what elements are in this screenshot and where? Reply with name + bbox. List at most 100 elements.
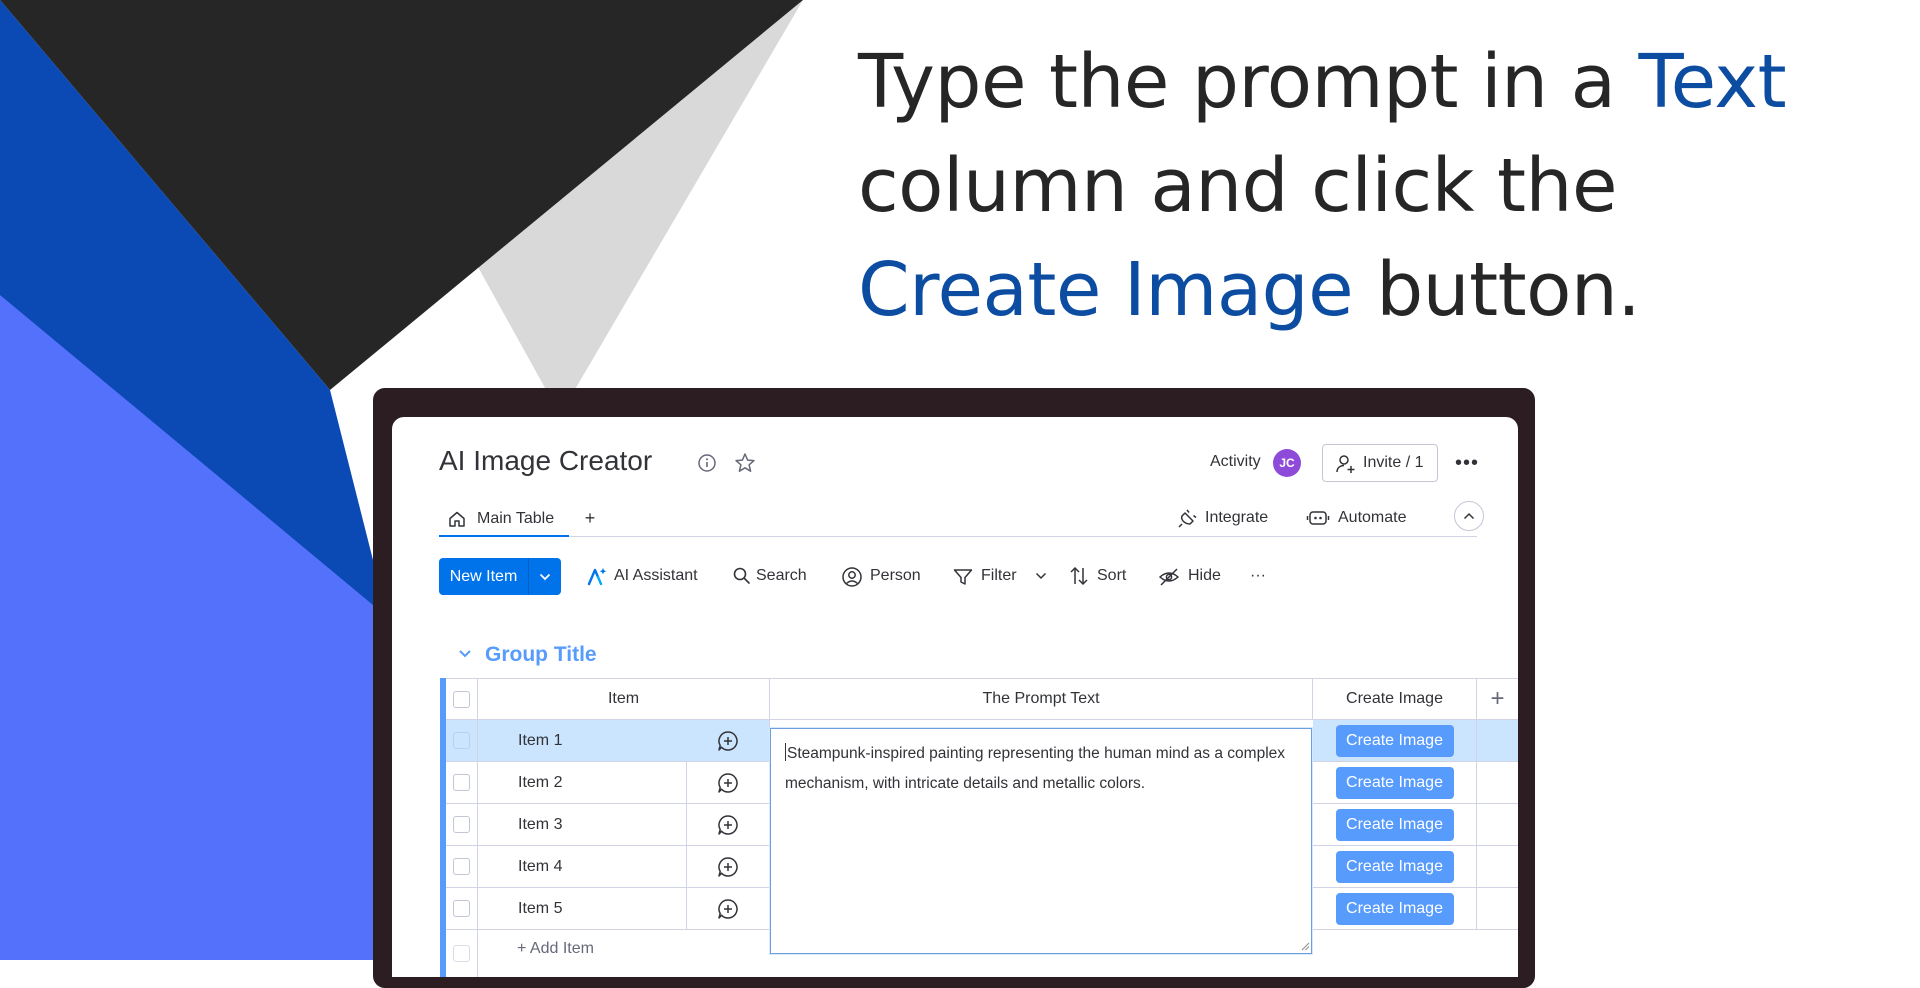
add-update-icon[interactable] [717, 730, 739, 752]
row-empty-cell [1477, 762, 1518, 804]
create-image-button[interactable]: Create Image [1335, 808, 1454, 841]
add-view-button[interactable]: + [580, 505, 600, 531]
add-update-icon[interactable] [717, 856, 739, 878]
hidden-eye-icon [1158, 566, 1180, 588]
select-all-cell[interactable] [446, 678, 478, 720]
add-update-icon[interactable] [717, 772, 739, 794]
hide-button[interactable]: Hide [1158, 564, 1221, 588]
row-updates-cell[interactable] [687, 846, 770, 888]
table-row-item-name[interactable]: Item 5 [478, 888, 687, 930]
invite-label: Invite / 1 [1363, 454, 1424, 471]
headline-accent-text: Text [1638, 39, 1787, 125]
create-image-cell: Create Image [1313, 888, 1477, 930]
new-item-label: New Item [449, 567, 518, 585]
hide-label: Hide [1188, 567, 1221, 584]
row-empty-cell [1477, 846, 1518, 888]
ai-assistant-button[interactable]: AI Assistant [586, 564, 698, 588]
table-row-item-name[interactable]: Item 3 [478, 804, 687, 846]
automate-button[interactable]: Automate [1304, 507, 1406, 529]
filter-chevron-icon[interactable] [1032, 566, 1050, 586]
create-image-cell: Create Image [1313, 720, 1477, 762]
group-title[interactable]: Group Title [485, 641, 597, 669]
row-updates-cell[interactable] [687, 888, 770, 930]
star-icon[interactable] [734, 452, 756, 474]
tab-main-table[interactable]: Main Table [439, 503, 569, 537]
row-checkbox[interactable] [453, 900, 470, 917]
create-image-cell: Create Image [1313, 846, 1477, 888]
headline-part2: column and click the [858, 143, 1617, 229]
row-checkbox[interactable] [453, 816, 470, 833]
info-icon[interactable] [697, 453, 717, 473]
invite-button[interactable]: Invite / 1 [1322, 444, 1438, 482]
create-image-button[interactable]: Create Image [1335, 850, 1454, 883]
integrate-button[interactable]: Integrate [1175, 507, 1268, 529]
create-image-button[interactable]: Create Image [1335, 724, 1454, 757]
row-checkbox-cell[interactable] [446, 720, 478, 762]
ai-sparkle-icon [586, 565, 608, 587]
new-item-button[interactable]: New Item [439, 558, 561, 595]
automate-label: Automate [1338, 509, 1407, 526]
add-column-button[interactable]: + [1477, 678, 1518, 720]
add-person-icon [1335, 453, 1357, 475]
sort-label: Sort [1097, 567, 1127, 584]
ai-assistant-label: AI Assistant [614, 567, 698, 584]
headline-part1: Type the prompt in a [858, 39, 1639, 125]
row-checkbox-cell[interactable] [446, 846, 478, 888]
sort-icon [1068, 565, 1090, 587]
robot-icon [1306, 507, 1330, 529]
prompt-text-editor[interactable]: Steampunk-inspired painting representing… [770, 728, 1312, 954]
row-checkbox[interactable] [453, 732, 470, 749]
filter-label: Filter [981, 567, 1017, 584]
row-empty-cell [1477, 804, 1518, 846]
table-row-item-name[interactable]: Item 2 [478, 762, 687, 804]
add-update-icon[interactable] [717, 814, 739, 836]
text-caret [785, 743, 786, 761]
row-checkbox-cell[interactable] [446, 888, 478, 930]
filter-icon [952, 566, 974, 588]
add-item-checkbox-cell [446, 930, 478, 977]
person-icon [841, 566, 863, 588]
chevron-down-icon[interactable] [529, 573, 561, 581]
row-checkbox-cell[interactable] [446, 762, 478, 804]
add-item-input[interactable]: + Add Item [517, 940, 594, 958]
person-filter-button[interactable]: Person [841, 564, 921, 588]
search-icon [732, 566, 752, 586]
activity-label[interactable]: Activity [1210, 451, 1261, 473]
collapse-header-button[interactable] [1454, 501, 1484, 531]
person-label: Person [870, 567, 921, 584]
row-updates-cell[interactable] [687, 804, 770, 846]
create-image-button[interactable]: Create Image [1335, 766, 1454, 799]
board-title: AI Image Creator [439, 445, 653, 476]
sort-button[interactable]: Sort [1068, 564, 1126, 588]
home-icon [447, 509, 467, 529]
table-row-item-name[interactable]: Item 4 [478, 846, 687, 888]
headline: Type the prompt in a Text column and clic… [858, 30, 1898, 342]
row-empty-cell [1477, 720, 1518, 762]
avatar[interactable]: JC [1273, 449, 1301, 477]
row-checkbox[interactable] [453, 858, 470, 875]
more-toolbar-button[interactable]: ··· [1250, 564, 1266, 588]
row-updates-cell[interactable] [687, 720, 770, 762]
select-all-checkbox[interactable] [453, 690, 470, 708]
search-button[interactable]: Search [732, 564, 807, 588]
app-screen: AI Image Creator Activity JC Invite / 1 … [392, 417, 1518, 977]
search-label: Search [756, 567, 807, 584]
create-image-button[interactable]: Create Image [1335, 892, 1454, 925]
row-checkbox-cell[interactable] [446, 804, 478, 846]
group-collapse-chevron-icon[interactable] [457, 646, 473, 662]
tab-main-table-label: Main Table [477, 510, 555, 527]
more-options-button[interactable]: ••• [1450, 447, 1484, 479]
resize-handle-icon[interactable] [1300, 941, 1310, 951]
create-image-cell: Create Image [1313, 804, 1477, 846]
column-header-create-image[interactable]: Create Image [1313, 678, 1477, 720]
row-updates-cell[interactable] [687, 762, 770, 804]
row-checkbox[interactable] [453, 774, 470, 791]
table-row-item-name[interactable]: Item 1 [478, 720, 687, 762]
filter-button[interactable]: Filter [952, 564, 1017, 588]
add-update-icon[interactable] [717, 898, 739, 920]
plug-icon [1177, 507, 1199, 529]
column-header-item[interactable]: Item [478, 678, 770, 720]
chevron-up-icon [1463, 512, 1475, 520]
create-image-cell: Create Image [1313, 762, 1477, 804]
column-header-prompt-text[interactable]: The Prompt Text [770, 678, 1313, 720]
